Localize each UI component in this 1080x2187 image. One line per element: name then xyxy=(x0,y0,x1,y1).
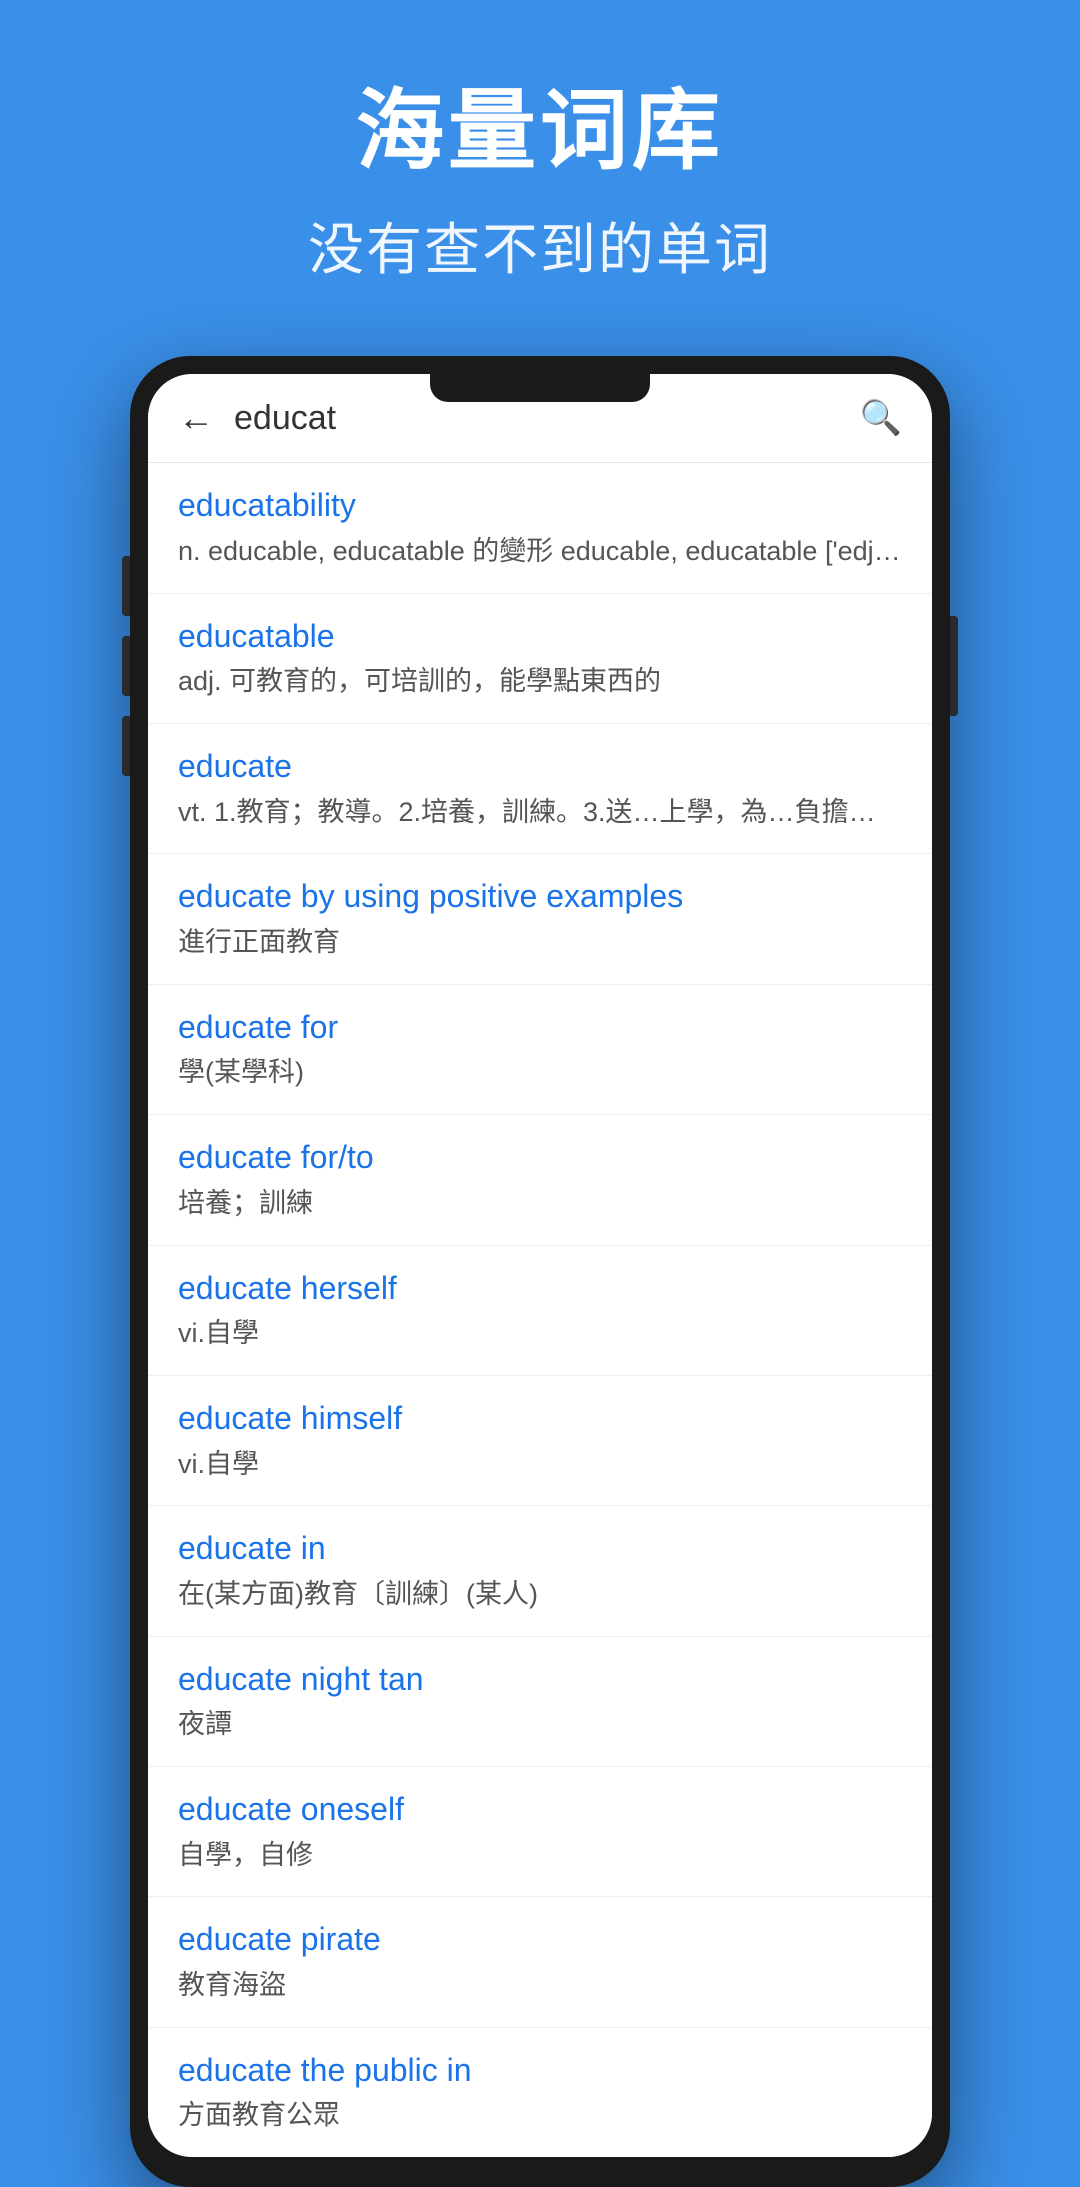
back-button[interactable]: ← xyxy=(178,400,214,436)
header-section: 海量词库 没有查不到的单词 xyxy=(0,0,1080,326)
result-definition: vi.自學 xyxy=(178,1446,902,1484)
result-term: educatable xyxy=(178,616,902,658)
list-item[interactable]: educate night tan 夜譚 xyxy=(148,1637,932,1767)
result-term: educate in xyxy=(178,1528,902,1570)
phone-notch xyxy=(430,374,650,402)
phone-frame: ← 🔍 educatability n. educable, educatable… xyxy=(130,356,950,2187)
list-item[interactable]: educate herself vi.自學 xyxy=(148,1246,932,1376)
result-term: educate pirate xyxy=(178,1919,902,1961)
result-definition: 自學，自修 xyxy=(178,1837,902,1875)
result-definition: 學(某學科) xyxy=(178,1054,902,1092)
list-item[interactable]: educate himself vi.自學 xyxy=(148,1376,932,1506)
result-definition: adj. 可教育的，可培訓的，能學點東西的 xyxy=(178,663,902,701)
result-definition: vi.自學 xyxy=(178,1315,902,1353)
sub-title: 没有查不到的单词 xyxy=(60,205,1020,286)
list-item[interactable]: educatability n. educable, educatable 的變形… xyxy=(148,463,932,593)
result-definition: vt. 1.教育；教導。2.培養，訓練。3.送…上學，為…負擔學費。 n... xyxy=(178,794,902,832)
result-definition: 夜譚 xyxy=(178,1706,902,1744)
result-definition: 進行正面教育 xyxy=(178,924,902,962)
list-item[interactable]: educate in 在(某方面)教育〔訓練〕(某人) xyxy=(148,1506,932,1636)
result-term: educate himself xyxy=(178,1398,902,1440)
result-term: educate night tan xyxy=(178,1659,902,1701)
list-item[interactable]: educate the public in 方面教育公眾 xyxy=(148,2028,932,2157)
search-icon[interactable]: 🔍 xyxy=(860,398,902,438)
list-item[interactable]: educate by using positive examples 進行正面教育 xyxy=(148,854,932,984)
result-definition: 培養；訓練 xyxy=(178,1185,902,1223)
result-list: educatability n. educable, educatable 的變形… xyxy=(148,463,932,2157)
list-item[interactable]: educatable adj. 可教育的，可培訓的，能學點東西的 xyxy=(148,594,932,724)
result-term: educate oneself xyxy=(178,1789,902,1831)
result-definition: 教育海盜 xyxy=(178,1967,902,2005)
list-item[interactable]: educate pirate 教育海盜 xyxy=(148,1897,932,2027)
list-item[interactable]: educate oneself 自學，自修 xyxy=(148,1767,932,1897)
list-item[interactable]: educate for 學(某學科) xyxy=(148,985,932,1115)
list-item[interactable]: educate for/to 培養；訓練 xyxy=(148,1115,932,1245)
phone-screen: ← 🔍 educatability n. educable, educatable… xyxy=(148,374,932,2157)
list-item[interactable]: educate vt. 1.教育；教導。2.培養，訓練。3.送…上學，為…負擔學費… xyxy=(148,724,932,854)
result-term: educate by using positive examples xyxy=(178,876,902,918)
result-term: educate xyxy=(178,746,902,788)
search-input[interactable] xyxy=(234,399,840,438)
result-term: educate the public in xyxy=(178,2050,902,2092)
result-definition: 在(某方面)教育〔訓練〕(某人) xyxy=(178,1576,902,1614)
main-title: 海量词库 xyxy=(60,80,1020,181)
result-term: educate herself xyxy=(178,1268,902,1310)
result-term: educate for/to xyxy=(178,1137,902,1179)
result-term: educate for xyxy=(178,1007,902,1049)
result-term: educatability xyxy=(178,485,902,527)
result-definition: n. educable, educatable 的變形 educable, ed… xyxy=(178,533,902,571)
result-definition: 方面教育公眾 xyxy=(178,2097,902,2135)
